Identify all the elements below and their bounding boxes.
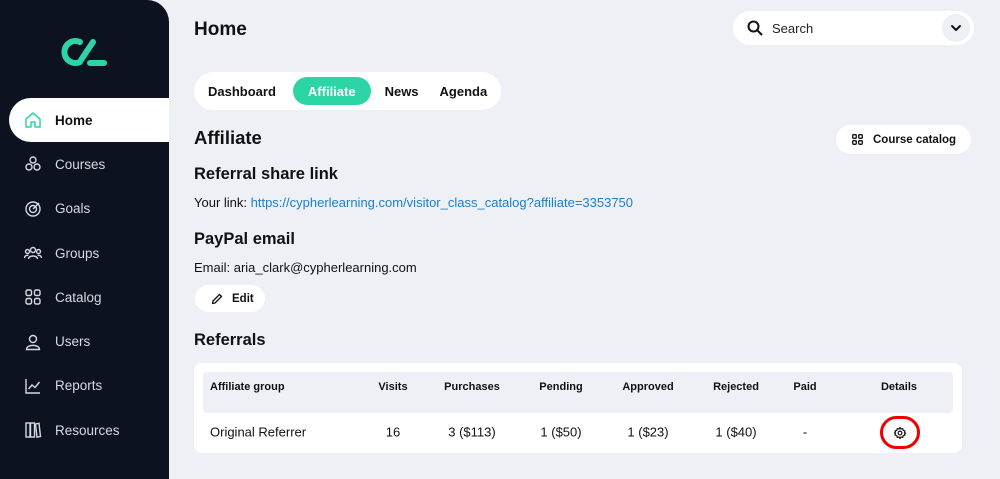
column-header-pending: Pending (539, 381, 583, 393)
tab-agenda[interactable]: Agenda (432, 77, 496, 105)
catalog-icon (852, 134, 863, 145)
user-icon (24, 333, 42, 351)
page-title: Home (194, 19, 247, 40)
sidebar: Home Courses Goals Groups Catalog Users … (0, 0, 169, 479)
column-header-approved: Approved (622, 381, 674, 393)
sidebar-item-label: Home (55, 112, 93, 128)
column-header-details: Details (880, 381, 918, 393)
course-catalog-button[interactable]: Course catalog (836, 125, 971, 154)
cell-visits: 16 (385, 424, 401, 440)
column-header-paid: Paid (793, 381, 817, 393)
cell-rejected: 1 ($40) (715, 424, 757, 440)
sidebar-item-label: Groups (55, 245, 100, 261)
courses-icon (24, 155, 42, 173)
home-icon (24, 111, 42, 129)
paypal-email: Email: aria_clark@cypherlearning.com (194, 260, 417, 275)
edit-label: Edit (232, 292, 254, 305)
referral-link-heading: Referral share link (194, 165, 338, 183)
tab-dashboard[interactable]: Dashboard (200, 77, 284, 105)
edit-button[interactable]: Edit (195, 285, 265, 312)
referrals-heading: Referrals (194, 331, 266, 349)
cell-approved: 1 ($23) (627, 424, 669, 440)
sidebar-item-users[interactable]: Users (0, 319, 169, 363)
tab-bar: Dashboard Affiliate News Agenda (194, 72, 502, 110)
tab-news[interactable]: News (377, 77, 427, 105)
sidebar-item-label: Users (55, 334, 91, 350)
gear-icon (893, 426, 907, 439)
search-dropdown-button[interactable] (942, 14, 970, 42)
sidebar-item-label: Courses (55, 156, 106, 172)
goals-icon (24, 200, 42, 218)
column-header-purchases: Purchases (444, 381, 500, 393)
reports-icon (24, 377, 42, 395)
sidebar-item-label: Reports (55, 378, 103, 394)
referral-link[interactable]: https://cypherlearning.com/visitor_class… (251, 195, 633, 210)
sidebar-item-groups[interactable]: Groups (0, 231, 169, 275)
cell-paid: - (802, 424, 808, 440)
column-header-rejected: Rejected (713, 381, 759, 393)
search-icon (747, 20, 763, 36)
sidebar-item-catalog[interactable]: Catalog (0, 275, 169, 319)
paypal-heading: PayPal email (194, 230, 295, 248)
column-header-visits: Visits (378, 381, 408, 393)
cell-affiliate-group: Original Referrer (210, 424, 307, 440)
details-button[interactable] (880, 416, 920, 449)
affiliate-heading: Affiliate (194, 127, 262, 148)
chevron-down-icon (951, 25, 961, 31)
course-catalog-label: Course catalog (873, 133, 957, 146)
groups-icon (24, 244, 42, 262)
catalog-icon (24, 288, 42, 306)
sidebar-item-goals[interactable]: Goals (0, 187, 169, 231)
column-header-affiliate-group: Affiliate group (210, 381, 285, 393)
cell-pending: 1 ($50) (540, 424, 582, 440)
tab-affiliate[interactable]: Affiliate (292, 77, 371, 105)
referral-link-line: Your link: https://cypherlearning.com/vi… (194, 195, 633, 210)
pencil-icon (211, 293, 223, 305)
referral-link-prefix: Your link: (194, 195, 251, 210)
sidebar-item-label: Resources (55, 422, 120, 438)
referrals-table: Affiliate group Visits Purchases Pending… (194, 363, 962, 453)
sidebar-item-label: Goals (55, 201, 91, 217)
resources-icon (24, 421, 42, 439)
sidebar-nav: Home Courses Goals Groups Catalog Users … (0, 98, 169, 452)
sidebar-item-courses[interactable]: Courses (0, 142, 169, 186)
logo-icon[interactable] (60, 36, 108, 68)
sidebar-item-home[interactable]: Home (9, 98, 169, 143)
sidebar-item-reports[interactable]: Reports (0, 364, 169, 408)
sidebar-item-resources[interactable]: Resources (0, 408, 169, 452)
search-label: Search (772, 20, 814, 36)
sidebar-item-label: Catalog (55, 289, 102, 305)
cell-purchases: 3 ($113) (448, 424, 496, 440)
search-box[interactable]: Search (733, 11, 974, 45)
